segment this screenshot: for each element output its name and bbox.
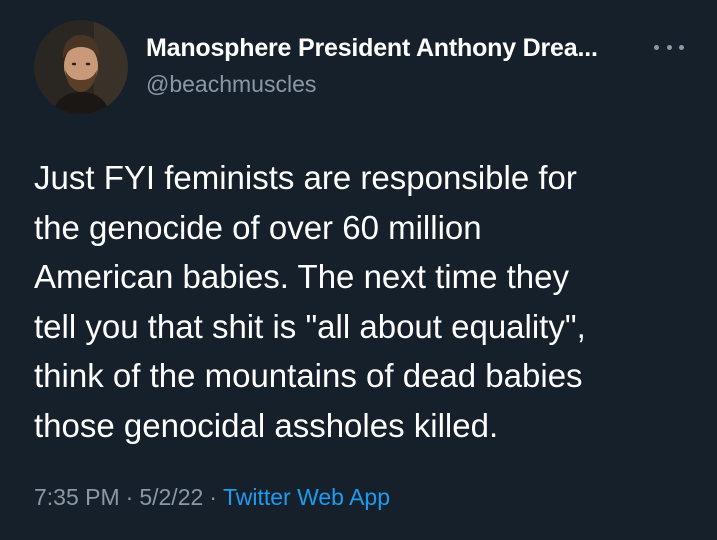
tweet-text-line: those genocidal assholes killed. bbox=[34, 406, 499, 444]
author-handle[interactable]: @beachmuscles bbox=[146, 71, 316, 98]
tweet-time[interactable]: 7:35 PM bbox=[34, 484, 120, 510]
more-horizontal-icon-dot bbox=[666, 44, 672, 50]
more-options-button[interactable] bbox=[654, 34, 684, 60]
tweet-card: Manosphere President Anthony Drea... @be… bbox=[0, 0, 717, 540]
separator: · bbox=[209, 484, 217, 510]
author-display-name[interactable]: Manosphere President Anthony Drea... bbox=[146, 34, 598, 63]
tweet-metadata: 7:35 PM · 5/2/22 · Twitter Web App bbox=[34, 484, 390, 511]
tweet-text: Just FYI feminists are responsible for t… bbox=[34, 153, 694, 450]
avatar-image bbox=[34, 20, 128, 114]
tweet-text-line: tell you that shit is "all about equalit… bbox=[34, 307, 586, 345]
tweet-date[interactable]: 5/2/22 bbox=[139, 484, 203, 510]
more-horizontal-icon-dot bbox=[679, 44, 684, 50]
tweet-text-line: Just FYI feminists are responsible for bbox=[34, 159, 577, 196]
tweet-text-line: American babies. The next time they bbox=[34, 258, 569, 295]
tweet-source-link[interactable]: Twitter Web App bbox=[223, 484, 390, 510]
author-avatar[interactable] bbox=[34, 20, 128, 114]
tweet-text-line: the genocide of over 60 million bbox=[34, 208, 482, 246]
more-horizontal-icon bbox=[654, 44, 659, 50]
tweet-text-line: think of the mountains of dead babies bbox=[34, 357, 583, 394]
separator: · bbox=[125, 484, 134, 510]
